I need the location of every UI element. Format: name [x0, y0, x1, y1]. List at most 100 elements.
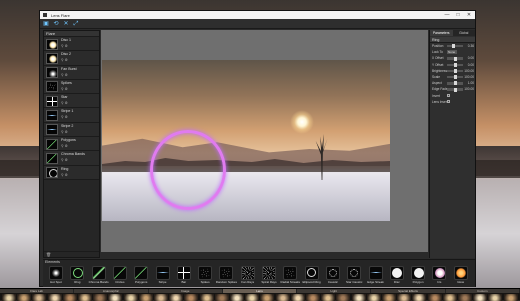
element-item[interactable]: Chroma Bands — [88, 266, 110, 288]
parameter-checkbox[interactable] — [447, 94, 450, 97]
flare-list-item[interactable]: Stripe 2 ⚲ ⚙ — [44, 122, 99, 138]
parameter-value[interactable]: 0.00 — [468, 56, 474, 60]
flare-list-item[interactable]: Polygons ⚲ ⚙ — [44, 137, 99, 152]
delete-icon[interactable]: 🗑 — [46, 252, 51, 257]
element-item[interactable]: Glow — [450, 266, 472, 288]
slider-knob[interactable] — [453, 56, 457, 61]
maximize-button[interactable]: □ — [453, 11, 463, 19]
slider-knob[interactable] — [453, 87, 457, 92]
flare-item-icons[interactable]: ⚲ ⚙ — [61, 144, 68, 148]
parameter-value[interactable]: 1.00 — [468, 81, 474, 85]
flare-item-icons[interactable]: ⚲ ⚙ — [61, 58, 68, 62]
element-item[interactable]: Radial Streaks — [279, 266, 301, 288]
flare-list-item[interactable]: Disc 1 ⚲ ⚙ — [44, 37, 99, 52]
flare-list-item[interactable]: Fan Burst ⚲ ⚙ — [44, 65, 99, 80]
element-thumbnail[interactable] — [176, 266, 191, 280]
element-item[interactable]: Random Spikes — [215, 266, 237, 288]
preview-viewport[interactable] — [101, 30, 428, 258]
tab-parameters[interactable]: Parameters — [430, 30, 453, 36]
flare-item-icons[interactable]: ⚲ ⚙ — [61, 44, 68, 48]
parameter-value[interactable]: 100.00 — [464, 69, 474, 73]
flare-item-icons[interactable]: ⚲ ⚙ — [61, 87, 68, 91]
element-item[interactable]: Iris — [428, 266, 450, 288]
element-item[interactable]: Disc — [386, 266, 408, 288]
element-item[interactable]: Circles — [109, 266, 131, 288]
element-thumbnail[interactable] — [70, 266, 85, 280]
element-item[interactable]: Stripe — [152, 266, 174, 288]
flare-item-icons[interactable]: ⚲ ⚙ — [61, 73, 68, 77]
element-item[interactable]: Spiral Rays — [258, 266, 280, 288]
flare-item-icons[interactable]: ⚲ ⚙ — [61, 115, 68, 119]
element-thumbnail[interactable] — [453, 266, 468, 280]
parameter-slider[interactable] — [447, 81, 463, 86]
element-thumbnail[interactable] — [219, 266, 234, 280]
minimize-button[interactable]: — — [442, 11, 452, 19]
element-item[interactable]: Fan Rays — [237, 266, 259, 288]
parameter-value[interactable]: 0.36 — [468, 44, 474, 48]
parameter-slider[interactable] — [447, 62, 463, 67]
flare-list-item[interactable]: Star ⚲ ⚙ — [44, 94, 99, 109]
element-thumbnail[interactable] — [411, 266, 426, 280]
flare-hotspot[interactable] — [290, 110, 314, 134]
element-item[interactable]: Edge Streak — [365, 266, 387, 288]
element-thumbnail[interactable] — [368, 266, 383, 280]
element-item[interactable]: Polygon — [407, 266, 429, 288]
close-x-icon[interactable]: ✕ — [62, 20, 70, 28]
close-button[interactable]: ✕ — [464, 11, 474, 19]
parameter-value[interactable]: 100.00 — [464, 75, 474, 79]
element-thumbnail[interactable] — [155, 266, 170, 280]
slider-knob[interactable] — [453, 75, 457, 80]
element-thumbnail[interactable] — [198, 266, 213, 280]
preview-image[interactable] — [102, 60, 390, 221]
flare-list-item[interactable]: Spikes ⚲ ⚙ — [44, 79, 99, 95]
slider-knob[interactable] — [451, 44, 455, 49]
parameter-value[interactable]: 100.00 — [464, 87, 474, 91]
paste-icon[interactable]: ▣ — [42, 20, 50, 28]
parameter-slider[interactable] — [447, 68, 463, 73]
reset-icon[interactable]: ⟲ — [52, 20, 60, 28]
fit-view-icon[interactable]: ⤢ — [72, 20, 80, 28]
ring-flare-icon — [307, 268, 317, 277]
element-item[interactable]: Hot Spot — [45, 266, 67, 288]
slider-knob[interactable] — [453, 81, 457, 86]
element-thumbnail[interactable] — [240, 266, 255, 280]
flare-list-item[interactable]: Stripe 1 ⚲ ⚙ — [44, 108, 99, 123]
flare-list-item[interactable]: Chroma Bands ⚲ ⚙ — [44, 151, 99, 166]
element-thumbnail[interactable] — [112, 266, 127, 280]
flare-item-icons[interactable]: ⚲ ⚙ — [61, 130, 68, 134]
element-thumbnail[interactable] — [325, 266, 340, 280]
parameter-slider[interactable] — [447, 75, 463, 80]
parameter-slider[interactable] — [447, 44, 463, 49]
element-item[interactable]: Star Caustic — [343, 266, 365, 288]
parameter-slider[interactable] — [447, 56, 463, 61]
flare-list-item[interactable]: Disc 2 ⚲ ⚙ — [44, 51, 99, 66]
element-item[interactable]: Ellipsoid Ring — [301, 266, 323, 288]
lock-to-select[interactable]: None — [447, 50, 457, 55]
parameter-value[interactable]: 0.00 — [468, 63, 474, 67]
element-item[interactable]: Caustic — [322, 266, 344, 288]
flare-item-icons[interactable]: ⚲ ⚙ — [61, 173, 68, 177]
element-thumbnail[interactable] — [389, 266, 404, 280]
element-item[interactable]: Spikes — [194, 266, 216, 288]
element-thumbnail[interactable] — [304, 266, 319, 280]
slider-knob[interactable] — [453, 68, 457, 73]
element-thumbnail[interactable] — [49, 266, 63, 280]
parameter-checkbox[interactable] — [447, 100, 450, 104]
tab-global[interactable]: Global — [453, 30, 476, 36]
parameter-slider[interactable] — [447, 87, 463, 92]
element-label: Hot Spot — [50, 279, 62, 284]
element-thumbnail[interactable] — [283, 266, 298, 280]
flare-list-item[interactable]: Ring ⚲ ⚙ — [44, 165, 99, 180]
element-thumbnail[interactable] — [134, 266, 149, 280]
element-item[interactable]: Ring — [66, 266, 88, 288]
flare-item-icons[interactable]: ⚲ ⚙ — [61, 101, 68, 105]
element-item[interactable]: Polygons — [130, 266, 152, 288]
element-thumbnail[interactable] — [432, 266, 447, 280]
ring-flare-element[interactable] — [150, 130, 226, 210]
element-thumbnail[interactable] — [91, 266, 106, 280]
flare-item-icons[interactable]: ⚲ ⚙ — [61, 158, 68, 162]
slider-knob[interactable] — [453, 62, 457, 67]
element-thumbnail[interactable] — [347, 266, 362, 280]
element-item[interactable]: Bar — [173, 266, 195, 288]
element-thumbnail[interactable] — [262, 266, 276, 280]
